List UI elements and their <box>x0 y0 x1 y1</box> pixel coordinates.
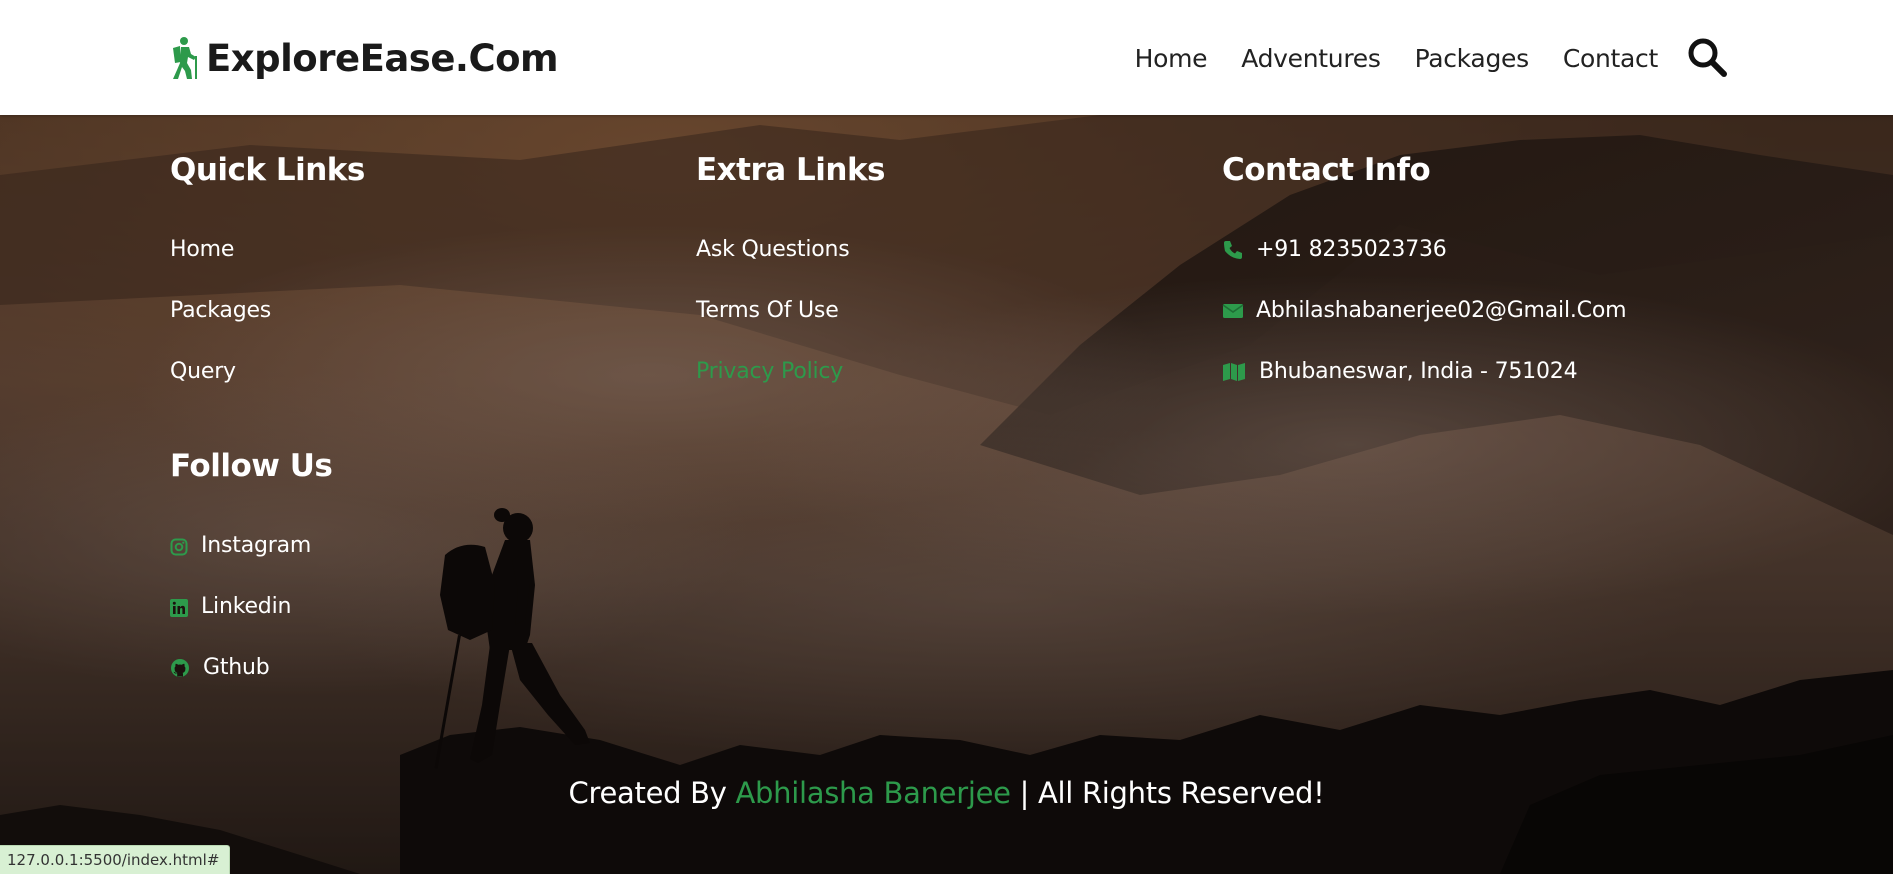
social-link-linkedin[interactable]: Linkedin <box>170 594 291 619</box>
nav-adventures[interactable]: Adventures <box>1241 44 1381 73</box>
footer-link-privacy-policy[interactable]: Privacy Policy <box>696 359 843 384</box>
logo-text: ExploreEase.Com <box>206 36 559 80</box>
envelope-icon <box>1222 300 1244 322</box>
nav-contact[interactable]: Contact <box>1563 44 1658 73</box>
logo-link[interactable]: ExploreEase.Com <box>170 33 559 83</box>
social-label-linkedin: Linkedin <box>201 594 292 619</box>
social-label-instagram: Instagram <box>201 533 312 558</box>
footer-link-home[interactable]: Home <box>170 237 234 262</box>
contact-address[interactable]: Bhubaneswar, India - 751024 <box>1222 359 1578 384</box>
credit-suffix: | All Rights Reserved! <box>1019 776 1325 810</box>
hiking-icon <box>170 36 200 80</box>
map-icon <box>1222 361 1246 383</box>
footer-link-terms-of-use[interactable]: Terms Of Use <box>696 298 839 323</box>
quick-links-title: Quick Links <box>170 152 365 188</box>
instagram-icon <box>170 537 188 555</box>
contact-email-text: Abhilashabanerjee02@Gmail.Com <box>1256 298 1627 323</box>
site-header: ExploreEase.Com Home Adventures Packages… <box>0 0 1893 115</box>
credit-author: Abhilasha Banerjee <box>735 776 1011 810</box>
follow-us-title: Follow Us <box>170 448 333 484</box>
footer-credit: Created By Abhilasha Banerjee | All Righ… <box>0 776 1893 810</box>
footer-link-query[interactable]: Query <box>170 359 236 384</box>
footer-link-packages[interactable]: Packages <box>170 298 271 323</box>
footer-link-ask-questions[interactable]: Ask Questions <box>696 237 850 262</box>
extra-links-title: Extra Links <box>696 152 886 188</box>
site-footer: Quick Links Home Packages Query Extra Li… <box>0 115 1893 874</box>
quick-links-column: Quick Links <box>170 155 365 186</box>
browser-status-url: 127.0.0.1:5500/index.html# <box>0 845 231 874</box>
contact-phone[interactable]: +91 8235023736 <box>1222 237 1447 262</box>
social-link-instagram[interactable]: Instagram <box>170 533 311 558</box>
contact-info-title: Contact Info <box>1222 152 1431 188</box>
main-nav: Home Adventures Packages Contact <box>1135 38 1659 78</box>
contact-phone-text: +91 8235023736 <box>1256 237 1447 262</box>
phone-icon <box>1222 239 1244 261</box>
nav-home[interactable]: Home <box>1135 44 1208 73</box>
social-link-github[interactable]: Gthub <box>170 655 270 680</box>
social-label-github: Gthub <box>203 655 270 680</box>
linkedin-icon <box>170 598 188 617</box>
nav-packages[interactable]: Packages <box>1415 44 1530 73</box>
contact-info-column: Contact Info <box>1222 152 1431 188</box>
contact-address-text: Bhubaneswar, India - 751024 <box>1259 359 1578 384</box>
credit-prefix: Created By <box>568 776 727 810</box>
github-icon <box>170 658 190 678</box>
extra-links-column: Extra Links <box>696 152 886 188</box>
contact-email[interactable]: Abhilashabanerjee02@Gmail.Com <box>1222 298 1627 323</box>
follow-us-column: Follow Us <box>170 448 333 484</box>
search-icon[interactable] <box>1686 36 1728 78</box>
